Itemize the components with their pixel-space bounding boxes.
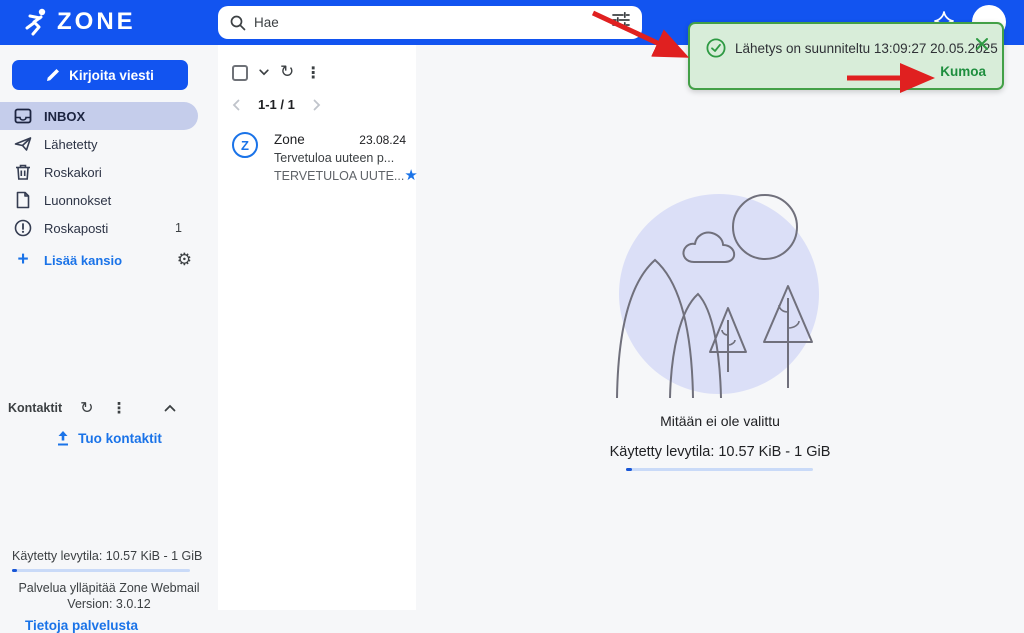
zone-webmail-app: ZONE Hae Kirjoita viesti INBOX Lähetetty…: [0, 0, 1024, 633]
main-quota-progress-fill: [626, 468, 632, 471]
compose-label: Kirjoita viesti: [69, 67, 154, 83]
contacts-title: Kontaktit: [8, 401, 63, 415]
plus-icon: +: [17, 249, 29, 270]
email-header-line: Zone 23.08.24: [274, 132, 406, 147]
sidebar-quota-progress-fill: [12, 569, 17, 572]
runner-icon: [24, 7, 51, 37]
zone-logo[interactable]: ZONE: [24, 7, 136, 37]
select-dropdown-chevron-icon[interactable]: [259, 69, 269, 76]
pagination-label: 1-1 / 1: [258, 97, 295, 112]
document-icon: [14, 191, 32, 209]
add-folder-label: Lisää kansio: [44, 252, 123, 268]
folder-label: Luonnokset: [44, 192, 112, 208]
pagination: 1-1 / 1: [228, 97, 358, 112]
contacts-collapse-chevron-icon[interactable]: [164, 404, 176, 412]
mail-list-toolbar: ↻ ⋮: [232, 64, 321, 81]
folder-drafts[interactable]: Luonnokset: [0, 186, 218, 214]
inbox-icon: [14, 107, 32, 125]
trash-icon: [14, 163, 32, 181]
toast-close-icon[interactable]: [975, 37, 989, 51]
upload-icon: [56, 430, 70, 446]
contacts-refresh-icon[interactable]: ↻: [80, 400, 93, 416]
scheduled-send-toast: Lähetys on suunniteltu 13:09:27 20.05.20…: [688, 22, 1004, 90]
contacts-more-icon[interactable]: ⋮: [112, 400, 127, 416]
service-version-text: Version: 3.0.12: [67, 597, 151, 611]
empty-state-message: Mitään ei ole valittu: [660, 413, 780, 429]
folder-trash[interactable]: Roskakori: [0, 158, 218, 186]
import-contacts-button[interactable]: Tuo kontaktit: [0, 430, 218, 446]
sender-avatar: Z: [232, 132, 258, 158]
pencil-icon: [46, 68, 60, 82]
folder-list: INBOX Lähetetty Roskakori Luonnokset Ros…: [0, 102, 218, 274]
contacts-header: Kontaktit ↻ ⋮: [8, 397, 210, 419]
email-list-item[interactable]: Z Zone 23.08.24 Tervetuloa uuteen p... T…: [226, 128, 418, 186]
service-provider-text: Palvelua ylläpitää Zone Webmail: [18, 581, 200, 595]
import-contacts-label: Tuo kontaktit: [78, 430, 162, 446]
folder-inbox[interactable]: INBOX: [0, 102, 198, 130]
email-sender: Zone: [274, 132, 305, 147]
email-date: 23.08.24: [359, 133, 406, 147]
next-page-chevron-icon[interactable]: [309, 99, 325, 111]
add-folder-button[interactable]: + Lisää kansio ⚙: [0, 246, 218, 274]
sidebar-quota-text: Käytetty levytila: 10.57 KiB - 1 GiB: [12, 549, 203, 563]
folder-label: Roskakori: [44, 164, 102, 180]
toast-message: Lähetys on suunniteltu 13:09:27 20.05.20…: [735, 41, 998, 56]
folder-label: INBOX: [44, 108, 86, 124]
send-icon: [14, 135, 32, 153]
compose-button[interactable]: Kirjoita viesti: [12, 60, 188, 90]
sidebar: Kirjoita viesti INBOX Lähetetty Roskakor…: [0, 45, 218, 633]
search-bar[interactable]: [218, 6, 642, 39]
main-quota-text: Käytetty levytila: 10.57 KiB - 1 GiB: [609, 444, 831, 460]
search-input[interactable]: [254, 15, 604, 30]
empty-state-illustration: [612, 190, 842, 410]
select-all-checkbox[interactable]: [232, 64, 248, 81]
folder-label: Roskaposti: [44, 220, 109, 236]
brand-wordmark: ZONE: [57, 8, 136, 35]
main-quota-progressbar: [626, 468, 813, 471]
folder-spam[interactable]: Roskaposti 1: [0, 214, 218, 242]
about-service-link[interactable]: Tietoja palvelusta: [25, 618, 138, 633]
search-filter-icon[interactable]: [612, 11, 630, 33]
email-preview-line: TERVETULOA UUTE... ★: [274, 168, 418, 183]
spam-count-badge: 1: [175, 221, 182, 235]
folder-sent[interactable]: Lähetetty: [0, 130, 218, 158]
spam-alert-icon: [14, 219, 32, 237]
folder-settings-gear-icon[interactable]: ⚙: [177, 250, 192, 270]
folder-label: Lähetetty: [44, 136, 98, 152]
email-preview: TERVETULOA UUTE...: [274, 168, 405, 183]
sidebar-quota-progressbar: [12, 569, 190, 572]
undo-button[interactable]: Kumoa: [940, 64, 986, 79]
list-more-icon[interactable]: ⋮: [305, 64, 321, 81]
prev-page-chevron-icon[interactable]: [228, 99, 244, 111]
reading-pane: Mitään ei ole valittu Käytetty levytila:…: [416, 45, 1024, 610]
email-subject: Tervetuloa uuteen p...: [274, 151, 395, 165]
success-check-icon: [706, 38, 726, 58]
refresh-icon[interactable]: ↻: [280, 64, 294, 81]
search-icon: [230, 15, 246, 31]
mail-list-panel: ↻ ⋮ 1-1 / 1 Z Zone 23.08.24 Tervetuloa u…: [218, 45, 418, 610]
